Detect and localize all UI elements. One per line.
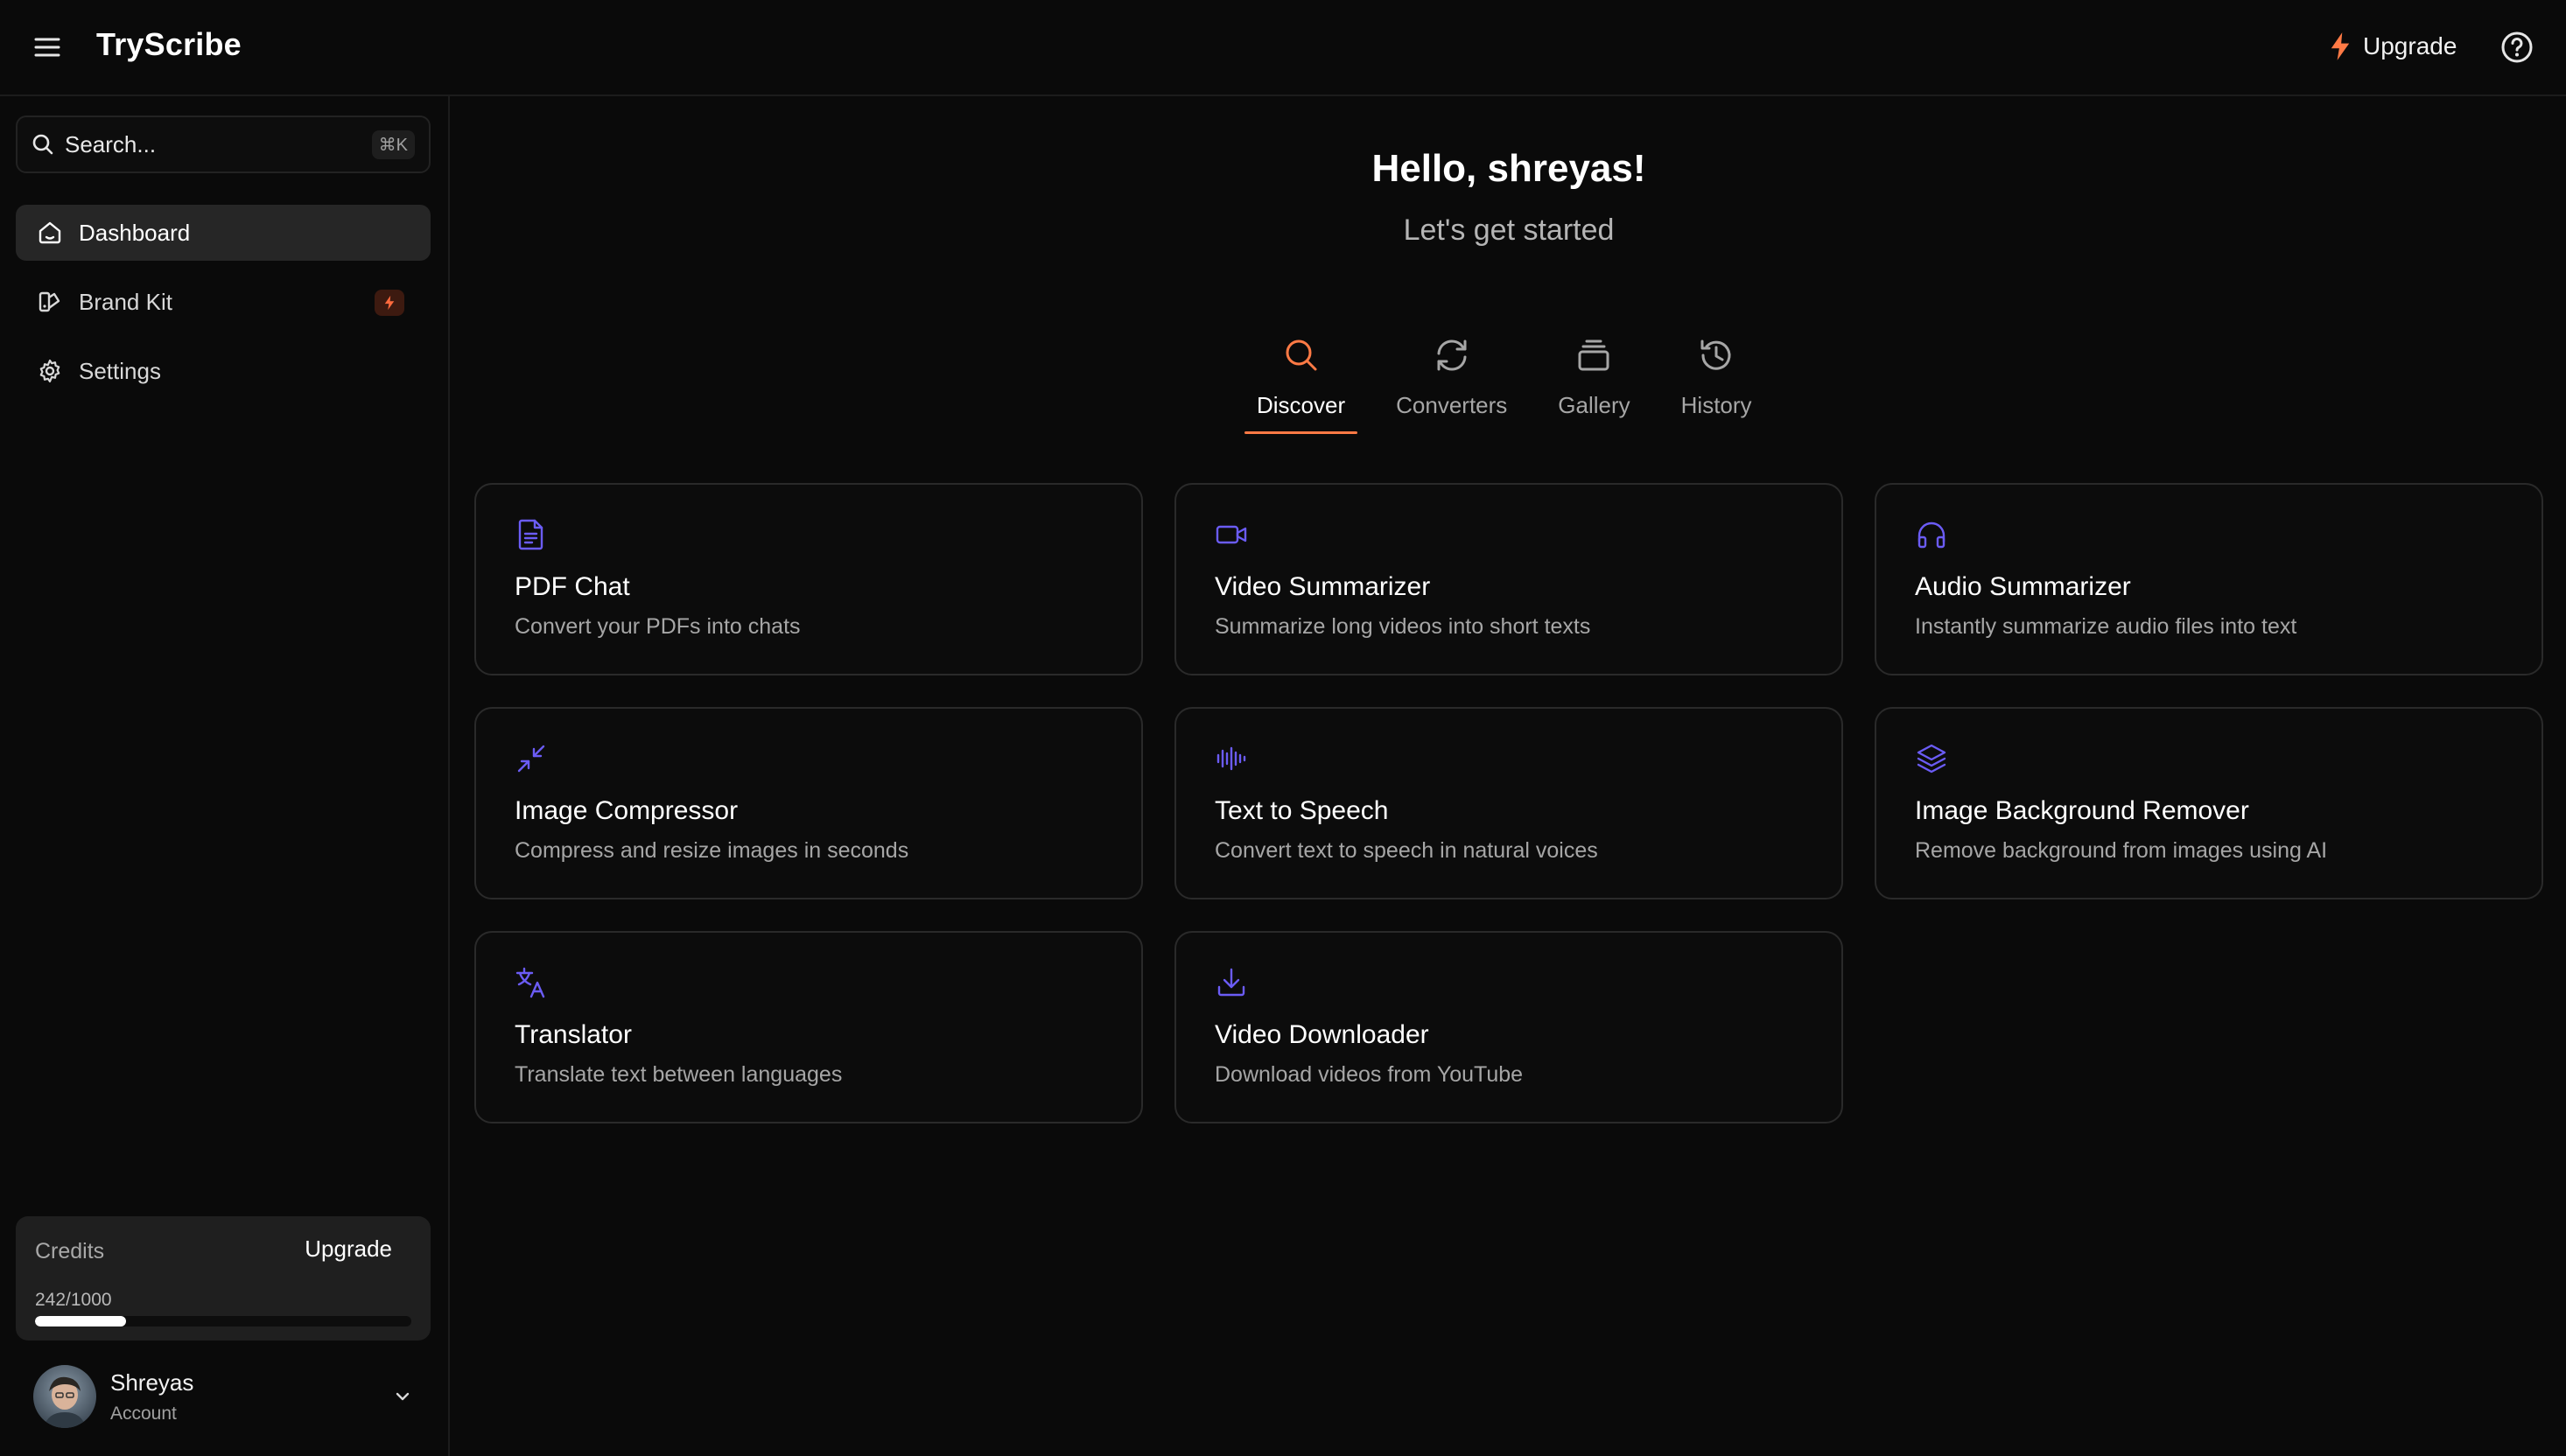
headphones-icon [1915, 518, 1948, 551]
tool-description: Translate text between languages [515, 1062, 843, 1087]
tool-title: Text to Speech [1215, 796, 1389, 825]
account-menu[interactable]: Shreyas Account [16, 1354, 431, 1438]
credits-progress-bar [35, 1316, 411, 1326]
bolt-icon [2328, 32, 2352, 61]
tool-description: Download videos from YouTube [1215, 1062, 1524, 1087]
tool-title: Video Summarizer [1215, 572, 1431, 601]
tool-description: Convert text to speech in natural voices [1215, 838, 1598, 863]
tool-card-image-compressor[interactable]: Image Compressor Compress and resize ima… [474, 707, 1143, 900]
credits-count: 242/1000 [35, 1290, 112, 1310]
help-icon[interactable] [2499, 30, 2534, 65]
page-title: Hello, shreyas! [1371, 147, 1646, 190]
tool-description: Instantly summarize audio files into tex… [1915, 614, 2297, 639]
search-input[interactable]: Search... ⌘K [16, 116, 431, 173]
tab-label: History [1680, 392, 1752, 418]
search-icon [1282, 336, 1321, 374]
tool-title: Image Background Remover [1915, 796, 2249, 825]
account-subtitle: Account [110, 1403, 177, 1424]
account-name: Shreyas [110, 1368, 194, 1396]
tool-title: PDF Chat [515, 572, 630, 601]
tab-discover[interactable]: Discover [1244, 336, 1358, 434]
chevron-down-icon [392, 1386, 413, 1407]
search-shortcut: ⌘K [371, 130, 415, 159]
credits-upgrade-button[interactable]: Upgrade [305, 1236, 392, 1263]
credits-progress-fill [35, 1316, 127, 1326]
tool-title: Translator [515, 1020, 632, 1049]
tool-description: Convert your PDFs into chats [515, 614, 801, 639]
sidebar-item-label: Settings [79, 357, 161, 384]
sidebar: Search... ⌘K Dashboard Brand Kit Setting… [0, 96, 450, 1456]
account-info: Shreyas Account [110, 1369, 392, 1424]
download-icon [1215, 966, 1248, 999]
audio-waveform-icon [1215, 742, 1248, 775]
search-placeholder: Search... [65, 130, 157, 158]
brand-kit-icon [37, 289, 63, 315]
tab-label: Gallery [1558, 392, 1630, 418]
tab-history[interactable]: History [1669, 336, 1764, 434]
tools-grid: PDF Chat Convert your PDFs into chats Vi… [474, 483, 2545, 1124]
tab-label: Converters [1396, 392, 1508, 418]
tool-card-audio-summarizer[interactable]: Audio Summarizer Instantly summarize aud… [1875, 483, 2543, 676]
sidebar-item-dashboard[interactable]: Dashboard [16, 205, 431, 261]
page-subtitle: Let's get started [1403, 214, 1615, 247]
tool-card-image-background-remover[interactable]: Image Background Remover Remove backgrou… [1875, 707, 2543, 900]
tool-title: Image Compressor [515, 796, 739, 825]
refresh-icon [1433, 336, 1471, 374]
home-icon [37, 220, 63, 246]
tab-gallery[interactable]: Gallery [1546, 336, 1642, 434]
credits-panel: Credits Upgrade 242/1000 [16, 1216, 431, 1340]
tab-label: Discover [1257, 392, 1346, 418]
avatar [33, 1365, 96, 1428]
sidebar-item-brand-kit[interactable]: Brand Kit [16, 274, 431, 330]
top-bar: TryScribe Upgrade [0, 0, 2566, 96]
sidebar-item-label: Brand Kit [79, 288, 172, 315]
layers-icon [1915, 742, 1948, 775]
sidebar-nav: Dashboard Brand Kit Settings [16, 205, 431, 412]
sidebar-item-label: Dashboard [79, 219, 191, 246]
file-text-icon [515, 518, 548, 551]
tool-description: Compress and resize images in seconds [515, 838, 909, 863]
tool-title: Audio Summarizer [1915, 572, 2131, 601]
gear-icon [37, 358, 63, 384]
tool-card-pdf-chat[interactable]: PDF Chat Convert your PDFs into chats [474, 483, 1143, 676]
languages-icon [515, 966, 548, 999]
sidebar-item-settings[interactable]: Settings [16, 343, 431, 399]
upgrade-button[interactable]: Upgrade [2328, 26, 2457, 66]
bolt-icon [375, 290, 404, 316]
tool-description: Summarize long videos into short texts [1215, 614, 1591, 639]
gallery-icon [1574, 336, 1613, 374]
minimize-icon [515, 742, 548, 775]
search-icon [32, 133, 54, 156]
credits-label: Credits [35, 1239, 105, 1264]
upgrade-label: Upgrade [2363, 32, 2457, 60]
video-icon [1215, 518, 1248, 551]
tool-card-text-to-speech[interactable]: Text to Speech Convert text to speech in… [1174, 707, 1843, 900]
tab-converters[interactable]: Converters [1384, 336, 1519, 434]
menu-icon[interactable] [30, 30, 65, 65]
tool-card-video-summarizer[interactable]: Video Summarizer Summarize long videos i… [1174, 483, 1843, 676]
tab-bar: Discover Converters Gallery History [1244, 336, 1764, 434]
tool-card-video-downloader[interactable]: Video Downloader Download videos from Yo… [1174, 931, 1843, 1124]
tool-title: Video Downloader [1215, 1020, 1429, 1049]
tool-card-translator[interactable]: Translator Translate text between langua… [474, 931, 1143, 1124]
app-logo[interactable]: TryScribe [96, 26, 242, 63]
history-icon [1697, 336, 1735, 374]
tool-description: Remove background from images using AI [1915, 838, 2328, 863]
